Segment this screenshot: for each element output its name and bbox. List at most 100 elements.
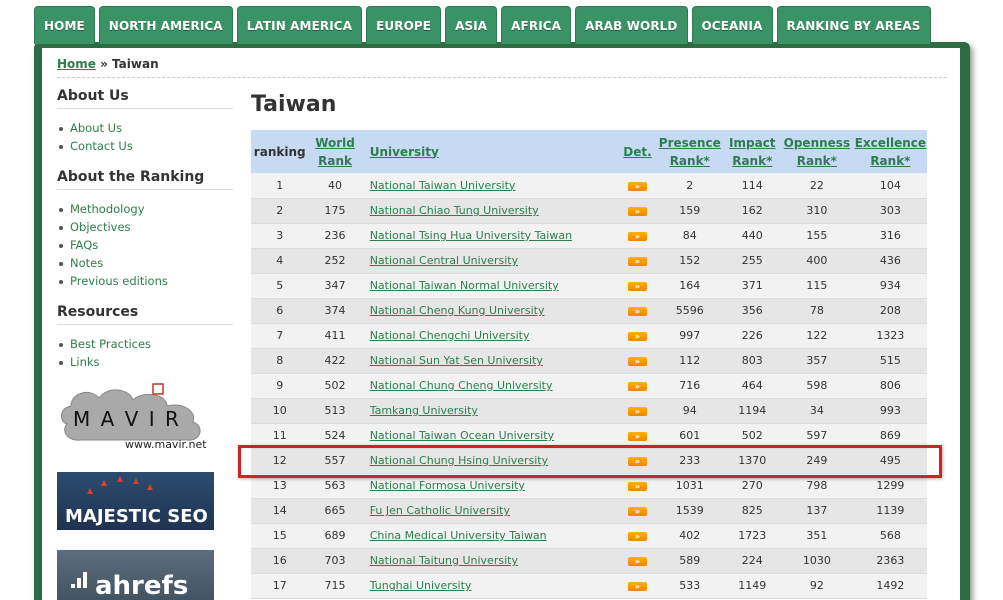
cell-openness: 1030 xyxy=(802,554,831,567)
nav-tab-africa[interactable]: AFRICA xyxy=(501,6,572,44)
sidebar-item-contact-us[interactable]: Contact Us xyxy=(57,137,233,155)
cell-presence: 716 xyxy=(679,379,701,392)
breadcrumb-home-link[interactable]: Home xyxy=(57,57,96,71)
majestic-seo-logo[interactable]: MAJESTIC SEO xyxy=(57,472,214,530)
cell-university-link[interactable]: National Central University xyxy=(362,248,620,273)
cell-world-rank: 513 xyxy=(324,404,346,417)
table-row: 17 715 Tunghai University » 533 1149 92 1492 xyxy=(251,573,927,598)
details-button[interactable]: » xyxy=(627,181,647,191)
cell-excellence: 1492 xyxy=(876,579,905,592)
cell-det: » xyxy=(620,523,655,548)
cell-university-link[interactable]: Tamkang University xyxy=(362,398,620,423)
sidebar-item-notes[interactable]: Notes xyxy=(57,254,233,272)
cell-excellence: 104 xyxy=(879,178,901,192)
cell-det: » xyxy=(620,273,655,298)
details-button[interactable]: » xyxy=(627,332,647,341)
col-impact[interactable]: Impact Rank* xyxy=(725,130,780,173)
nav-tab-home[interactable]: HOME xyxy=(34,6,95,44)
sidebar-item-about-us[interactable]: About Us xyxy=(57,119,233,137)
cell-presence: 152 xyxy=(679,254,701,267)
cell-det: » xyxy=(620,298,655,323)
cell-impact: 162 xyxy=(741,204,763,217)
cell-presence: 2 xyxy=(686,178,694,192)
cell-excellence: 1323 xyxy=(876,329,905,342)
nav-tab-arab-world[interactable]: ARAB WORLD xyxy=(575,6,688,44)
sidebar-item-faqs[interactable]: FAQs xyxy=(57,236,233,254)
cell-presence: 84 xyxy=(682,229,697,242)
cell-university-link[interactable]: National Chengchi University xyxy=(362,323,620,348)
details-button[interactable]: » xyxy=(627,407,647,416)
nav-tab-oceania[interactable]: OCEANIA xyxy=(691,6,773,44)
cell-world-rank: 689 xyxy=(324,529,346,542)
sidebar-ranking-list: Methodology Objectives FAQs Notes Previous e… xyxy=(57,200,233,290)
details-button[interactable]: » xyxy=(627,357,647,366)
details-button[interactable]: » xyxy=(627,507,647,516)
cell-university-link[interactable]: Tunghai University xyxy=(362,573,620,598)
cell-university-link[interactable]: National Taitung University xyxy=(362,548,620,573)
cell-ranking: 1 xyxy=(276,178,284,192)
cell-university-link[interactable]: National Chung Cheng University xyxy=(362,373,620,398)
col-presence[interactable]: Presence Rank* xyxy=(655,130,725,173)
col-det[interactable]: Det. xyxy=(620,130,655,173)
cell-university-link[interactable]: National Sun Yat Sen University xyxy=(362,348,620,373)
cell-world-rank: 374 xyxy=(324,304,346,317)
cell-world-rank: 502 xyxy=(324,379,346,392)
cell-university-link[interactable]: National Taiwan Normal University xyxy=(362,273,620,298)
details-button[interactable]: » xyxy=(627,482,647,491)
nav-tab-latin-america[interactable]: LATIN AMERICA xyxy=(236,6,363,44)
ahrefs-bars-icon: ahrefs xyxy=(71,571,188,600)
cell-ranking: 14 xyxy=(272,504,287,517)
details-button[interactable]: » xyxy=(627,557,647,566)
nav-tab-asia[interactable]: ASIA xyxy=(445,6,498,44)
cell-ranking: 8 xyxy=(276,354,284,367)
cell-ranking: 5 xyxy=(276,279,284,292)
col-world-rank[interactable]: World Rank xyxy=(308,130,361,173)
cell-world-rank: 703 xyxy=(324,554,346,567)
sidebar-item-best-practices[interactable]: Best Practices xyxy=(57,335,233,353)
sidebar-item-links[interactable]: Links xyxy=(57,353,233,371)
cell-openness: 78 xyxy=(809,304,824,317)
cell-excellence: 2363 xyxy=(876,554,905,567)
table-row: 14 665 Fu Jen Catholic University » 1539 825 1… xyxy=(251,498,927,523)
cell-university-link[interactable]: National Taiwan University xyxy=(362,173,620,198)
ahrefs-logo[interactable]: ahrefs xyxy=(57,550,214,600)
cell-excellence: 436 xyxy=(879,254,901,267)
ahrefs-logo-text: ahrefs xyxy=(95,571,188,600)
sidebar-item-objectives[interactable]: Objectives xyxy=(57,218,233,236)
sidebar-resources-list: Best Practices Links xyxy=(57,335,233,371)
cell-university-link[interactable]: Fu Jen Catholic University xyxy=(362,498,620,523)
cell-impact: 114 xyxy=(741,178,763,192)
sidebar-item-methodology[interactable]: Methodology xyxy=(57,200,233,218)
details-button[interactable]: » xyxy=(627,382,647,391)
details-button[interactable]: » xyxy=(627,207,647,216)
cell-university-link[interactable]: China Medical University Taiwan xyxy=(362,523,620,548)
details-button[interactable]: » xyxy=(627,582,647,591)
details-button[interactable]: » xyxy=(627,432,647,441)
mavir-logo[interactable]: M A V I R www.mavir.net xyxy=(57,382,214,452)
details-button[interactable]: » xyxy=(627,307,647,316)
nav-tab-europe[interactable]: EUROPE xyxy=(366,6,442,44)
nav-tab-ranking-by-areas[interactable]: RANKING BY AREAS xyxy=(776,6,931,44)
cell-university-link[interactable]: National Chiao Tung University xyxy=(362,198,620,223)
cell-impact: 440 xyxy=(741,229,763,242)
col-openness[interactable]: Openness Rank* xyxy=(780,130,854,173)
details-button[interactable]: » xyxy=(627,232,647,241)
cell-impact: 825 xyxy=(741,504,763,517)
table-row: 8 422 National Sun Yat Sen University » 112 8… xyxy=(251,348,927,373)
col-excellence[interactable]: Excellence Rank* xyxy=(854,130,927,173)
cell-excellence: 806 xyxy=(879,379,901,392)
cell-excellence: 993 xyxy=(879,404,901,417)
mavir-logo-text: www.mavir.net xyxy=(125,438,207,451)
details-button[interactable]: » xyxy=(627,257,647,266)
cell-openness: 34 xyxy=(809,404,824,417)
col-university[interactable]: University xyxy=(362,130,620,173)
cell-world-rank: 665 xyxy=(324,504,346,517)
cell-openness: 22 xyxy=(809,178,824,192)
cell-university-link[interactable]: National Cheng Kung University xyxy=(362,298,620,323)
sidebar-item-previous-editions[interactable]: Previous editions xyxy=(57,272,233,290)
nav-tab-north-america[interactable]: NORTH AMERICA xyxy=(98,6,233,44)
cell-university-link[interactable]: National Tsing Hua University Taiwan xyxy=(362,223,620,248)
details-button[interactable]: » xyxy=(627,282,647,291)
cell-openness: 598 xyxy=(806,379,828,392)
details-button[interactable]: » xyxy=(627,532,647,541)
